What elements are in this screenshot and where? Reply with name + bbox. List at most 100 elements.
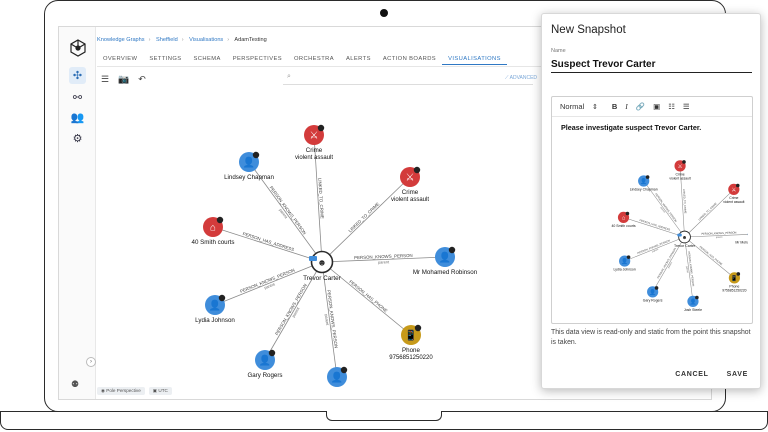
edge-label-gary: PERSON_KNOWS_PERSON	[274, 283, 308, 336]
node-phone-sublabel: 97568512502​20	[389, 355, 433, 361]
mini-node-lindsey-person-icon: 👤	[640, 177, 647, 185]
node-phone-badge-icon	[414, 324, 422, 332]
mini-node-address-address-icon: ⌂	[622, 215, 625, 221]
mini-center-node-label: Trevor Carter	[674, 244, 696, 248]
edge-label-lydia: PERSON_KNOWS_PERSON	[239, 267, 295, 293]
node-crime2-sublabel: violent assault	[391, 197, 429, 203]
mini-node-lydia-badge-icon	[626, 255, 631, 259]
breadcrumb-visualisations[interactable]: Visualisations	[189, 37, 223, 43]
tab-alerts[interactable]: ALERTS	[340, 53, 377, 65]
name-field-label: Name	[551, 48, 566, 54]
new-snapshot-dialog: New Snapshot Name Suspect Trevor Carter …	[541, 13, 761, 389]
edge-label-lindsey: PERSON_KNOWS_PERSON	[269, 185, 308, 235]
advanced-search-link[interactable]: ⟋ ADVANCED	[505, 75, 537, 81]
search-icon: ⌕	[287, 73, 291, 80]
center-node-label: Trevor Carter	[303, 275, 342, 282]
mini-node-crime1-crime-icon: ⚔	[678, 163, 683, 170]
collapse-rail-chevron-icon[interactable]: ›	[86, 357, 96, 367]
mini-node-josh-label: Josh Steele	[684, 308, 702, 312]
mini-edge-label-phone: PERSON_HAS_PHONE	[699, 245, 724, 266]
mini-node-crime1-badge-icon	[682, 160, 686, 164]
node-address-badge-icon	[216, 216, 224, 224]
node-gary-person-icon: 👤	[259, 354, 271, 367]
mini-node-crime2-sublabel: violent assault	[723, 200, 744, 204]
tab-action-boards[interactable]: ACTION BOARDS	[377, 53, 442, 65]
account-icon[interactable]: ⚉	[71, 379, 79, 390]
dialog-title: New Snapshot	[551, 24, 626, 36]
node-lindsey-badge-icon	[252, 151, 260, 159]
cancel-button[interactable]: CANCEL	[675, 371, 708, 378]
node-lydia-label: Lydia Johnson	[195, 317, 235, 324]
edge-sublabel-josh: parent	[324, 314, 331, 326]
breadcrumb-knowledge-graphs[interactable]: Knowledge Graphs	[97, 37, 145, 43]
node-phone-label: Phone	[402, 347, 420, 354]
node-crime2-badge-icon	[413, 166, 421, 174]
text-format-label: Normal	[560, 102, 585, 111]
breadcrumb: Knowledge Graphs › Sheffield › Visualisati…	[97, 37, 267, 43]
italic-icon[interactable]: I	[625, 102, 628, 111]
breadcrumb-sheffield[interactable]: Sheffield	[156, 37, 178, 43]
settings-gear-icon[interactable]: ⚙	[69, 130, 86, 147]
editor-toolbar: Normal ⇕ B I 🔗 ▣ ☷ ☰	[552, 97, 752, 117]
node-phone-phone-icon: 📱	[405, 329, 417, 342]
camera-dot	[380, 9, 388, 17]
snapshot-preview-image: LINKED_TO_CRIME LINKED_TO_CRIMEPERSON_KNO…	[611, 160, 748, 312]
visualise-nav-icon[interactable]: ✣	[69, 67, 86, 84]
mini-node-gary-label: Gary Rogers	[643, 298, 663, 302]
bullet-list-icon[interactable]: ☰	[683, 102, 690, 111]
graph-toolbar: ☰ 📷 ↶	[101, 74, 146, 85]
edge-label-address: PERSON_HAS_ADDRESS	[242, 231, 295, 252]
node-gary-badge-icon	[268, 349, 276, 357]
node-crime1-badge-icon	[317, 124, 325, 132]
mini-node-mohamed-label: Mr Mohamed Robinson	[735, 241, 748, 245]
mini-node-josh-person-icon: 👤	[689, 297, 696, 305]
advanced-label: ADVANCED	[509, 75, 538, 81]
tab-settings[interactable]: SETTINGS	[143, 53, 187, 65]
camera-snapshot-icon[interactable]: 📷	[118, 74, 129, 85]
mini-node-gary-badge-icon	[654, 286, 659, 290]
status-bar: ◉ Pole Perspective ▣ UTC	[97, 387, 172, 395]
tab-visualisations[interactable]: VISUALISATIONS	[442, 53, 507, 65]
node-lydia-person-icon: 👤	[209, 299, 221, 312]
tab-orchestra[interactable]: ORCHESTRA	[288, 53, 340, 65]
node-crime1-label: Crime	[306, 147, 323, 154]
mini-edge-label-address: PERSON_HAS_ADDRESS	[639, 218, 671, 232]
mini-node-phone-phone-icon: 📱	[731, 274, 738, 282]
mini-edge-label-lindsey: PERSON_KNOWS_PERSON	[654, 192, 678, 223]
graph-search-input[interactable]: ⌕	[283, 72, 533, 85]
timezone-chip[interactable]: ▣ UTC	[148, 387, 172, 395]
tab-perspectives[interactable]: PERSPECTIVES	[227, 53, 288, 65]
menu-icon[interactable]: ☰	[101, 74, 109, 85]
node-crime2-crime-icon: ⚔	[406, 173, 415, 184]
link-icon[interactable]: 🔗	[636, 102, 645, 111]
bold-icon[interactable]: B	[612, 102, 617, 111]
ordered-list-icon[interactable]: ☷	[668, 102, 675, 111]
rich-text-editor[interactable]: Normal ⇕ B I 🔗 ▣ ☷ ☰ Please investigate …	[551, 96, 753, 324]
left-rail: ✣ ⚯ 👥 ⚙ › ⚉	[59, 27, 96, 399]
undo-icon[interactable]: ↶	[138, 74, 146, 85]
text-format-select[interactable]: Normal ⇕	[560, 102, 598, 111]
mini-center-node-suspect-icon: ☻	[682, 235, 687, 241]
mini-edge-crime2	[684, 189, 735, 238]
node-crime1-sublabel: violent assault	[295, 155, 333, 161]
tab-overview[interactable]: OVERVIEW	[97, 53, 143, 65]
users-nav-icon[interactable]: 👥	[69, 109, 86, 126]
node-crime1-crime-icon: ⚔	[310, 131, 319, 142]
node-gary-label: Gary Rogers	[247, 372, 282, 379]
mini-node-phone-badge-icon	[736, 272, 741, 276]
perspective-chip[interactable]: ◉ Pole Perspective	[97, 387, 145, 395]
graph-nav-icon[interactable]: ⚯	[69, 89, 86, 106]
node-mohamed-badge-icon	[448, 246, 456, 254]
mini-node-phone-sublabel: 97568512502​20	[722, 288, 746, 292]
node-lydia-badge-icon	[218, 294, 226, 302]
mini-node-josh-badge-icon	[695, 295, 699, 300]
image-icon[interactable]: ▣	[653, 102, 660, 111]
node-lindsey-person-icon: 👤	[243, 156, 255, 169]
mini-edge-label-crime2: LINKED_TO_CRIME	[697, 201, 718, 221]
snapshot-name-input[interactable]: Suspect Trevor Carter	[551, 59, 752, 73]
mini-node-gary-person-icon: 👤	[649, 288, 656, 296]
tab-schema[interactable]: SCHEMA	[188, 53, 227, 65]
mini-node-lindsey-label: Lindsey Chapman	[630, 188, 658, 192]
edge-label-phone: PERSON_HAS_PHONE	[348, 279, 388, 313]
save-button[interactable]: SAVE	[727, 371, 748, 378]
